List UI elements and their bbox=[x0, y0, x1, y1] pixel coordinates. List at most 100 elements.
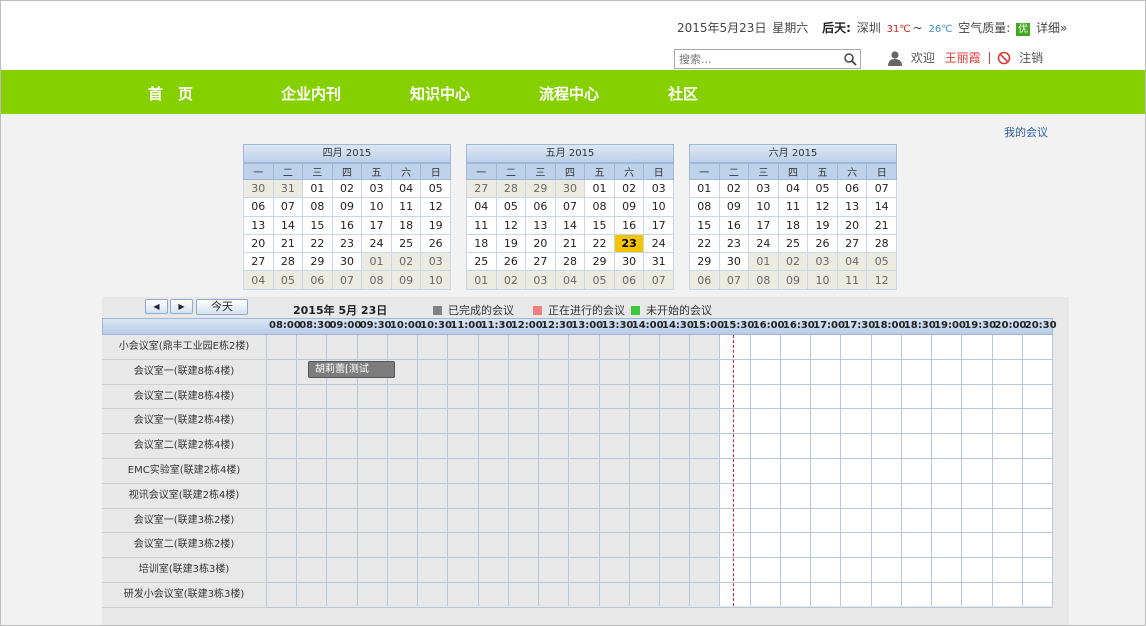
calendar-day[interactable]: 11 bbox=[777, 197, 809, 217]
calendar-day[interactable]: 07 bbox=[866, 178, 897, 199]
calendar-day[interactable]: 07 bbox=[554, 197, 586, 217]
calendar-day[interactable]: 30 bbox=[554, 178, 586, 199]
time-slot-column[interactable] bbox=[418, 335, 449, 606]
calendar-day[interactable]: 10 bbox=[807, 270, 838, 290]
calendar-day[interactable]: 06 bbox=[613, 270, 645, 290]
calendar-day[interactable]: 05 bbox=[495, 197, 527, 217]
calendar-day[interactable]: 07 bbox=[718, 270, 750, 290]
calendar-day[interactable]: 29 bbox=[584, 252, 615, 272]
nav-community[interactable]: 社区 bbox=[668, 83, 698, 104]
calendar-day[interactable]: 07 bbox=[643, 270, 674, 290]
time-slot-column[interactable] bbox=[539, 335, 570, 606]
calendar-day[interactable]: 11 bbox=[466, 215, 497, 235]
nav-journal[interactable]: 企业内刊 bbox=[281, 83, 341, 104]
calendar-day[interactable]: 13 bbox=[243, 215, 274, 235]
calendar-day[interactable]: 12 bbox=[866, 270, 897, 290]
calendar-day[interactable]: 08 bbox=[302, 197, 333, 217]
calendar-day[interactable]: 06 bbox=[689, 270, 720, 290]
calendar-day[interactable]: 03 bbox=[748, 178, 779, 199]
calendar-day[interactable]: 19 bbox=[495, 233, 527, 254]
time-slot-column[interactable] bbox=[962, 335, 993, 606]
calendar-day[interactable]: 29 bbox=[525, 178, 556, 199]
calendar-day[interactable]: 28 bbox=[272, 252, 304, 272]
meeting-event[interactable]: 胡莉蕾[测试 bbox=[308, 361, 395, 378]
calendar-day[interactable]: 20 bbox=[243, 233, 274, 254]
calendar-day[interactable]: 17 bbox=[361, 215, 392, 235]
calendar-day[interactable]: 25 bbox=[466, 252, 497, 272]
calendar-day[interactable]: 05 bbox=[866, 252, 897, 272]
calendar-day[interactable]: 29 bbox=[302, 252, 333, 272]
calendar-day[interactable]: 04 bbox=[243, 270, 274, 290]
calendar-day[interactable]: 22 bbox=[584, 233, 615, 254]
calendar-day[interactable]: 16 bbox=[718, 215, 750, 235]
calendar-day[interactable]: 11 bbox=[390, 197, 422, 217]
next-day-button[interactable]: ▶ bbox=[170, 299, 193, 314]
calendar-day[interactable]: 05 bbox=[420, 178, 451, 199]
calendar-day[interactable]: 06 bbox=[302, 270, 333, 290]
calendar-day[interactable]: 01 bbox=[748, 252, 779, 272]
calendar-day[interactable]: 22 bbox=[302, 233, 333, 254]
calendar-day[interactable]: 03 bbox=[643, 178, 674, 199]
calendar-day[interactable]: 08 bbox=[748, 270, 779, 290]
calendar-day[interactable]: 06 bbox=[243, 197, 274, 217]
calendar-day[interactable]: 06 bbox=[836, 178, 868, 199]
calendar-day[interactable]: 04 bbox=[466, 197, 497, 217]
calendar-day[interactable]: 24 bbox=[361, 233, 392, 254]
time-slot-column[interactable] bbox=[841, 335, 872, 606]
calendar-day[interactable]: 11 bbox=[836, 270, 868, 290]
time-slot-column[interactable] bbox=[1022, 335, 1053, 606]
calendar-day[interactable]: 18 bbox=[777, 215, 809, 235]
calendar-day[interactable]: 23 bbox=[718, 233, 750, 254]
prev-day-button[interactable]: ◀ bbox=[145, 299, 168, 314]
time-slot-column[interactable] bbox=[267, 335, 298, 606]
calendar-day[interactable]: 15 bbox=[302, 215, 333, 235]
calendar-day[interactable]: 05 bbox=[807, 178, 838, 199]
calendar-day[interactable]: 27 bbox=[836, 233, 868, 254]
calendar-day[interactable]: 18 bbox=[466, 233, 497, 254]
calendar-day[interactable]: 09 bbox=[718, 197, 750, 217]
calendar-day[interactable]: 14 bbox=[554, 215, 586, 235]
calendar-day[interactable]: 16 bbox=[613, 215, 645, 235]
calendar-day[interactable]: 14 bbox=[272, 215, 304, 235]
calendar-day[interactable]: 08 bbox=[361, 270, 392, 290]
time-slot-column[interactable] bbox=[660, 335, 691, 606]
calendar-day[interactable]: 24 bbox=[748, 233, 779, 254]
calendar-day[interactable]: 03 bbox=[807, 252, 838, 272]
time-slot-column[interactable] bbox=[992, 335, 1023, 606]
calendar-day[interactable]: 17 bbox=[643, 215, 674, 235]
today-button[interactable]: 今天 bbox=[196, 299, 248, 315]
calendar-day[interactable]: 09 bbox=[777, 270, 809, 290]
calendar-day[interactable]: 02 bbox=[495, 270, 527, 290]
time-slot-column[interactable] bbox=[901, 335, 933, 606]
time-slot-column[interactable] bbox=[690, 335, 721, 606]
calendar-day[interactable]: 01 bbox=[302, 178, 333, 199]
calendar-day[interactable]: 10 bbox=[748, 197, 779, 217]
calendar-day[interactable]: 12 bbox=[495, 215, 527, 235]
calendar-day[interactable]: 02 bbox=[613, 178, 645, 199]
calendar-day[interactable]: 31 bbox=[272, 178, 304, 199]
calendar-day[interactable]: 28 bbox=[554, 252, 586, 272]
calendar-day[interactable]: 09 bbox=[331, 197, 363, 217]
calendar-day[interactable]: 28 bbox=[866, 233, 897, 254]
nav-home[interactable]: 首 页 bbox=[148, 83, 193, 104]
calendar-day[interactable]: 03 bbox=[420, 252, 451, 272]
calendar-day[interactable]: 27 bbox=[466, 178, 497, 199]
calendar-day[interactable]: 23 bbox=[613, 233, 645, 254]
calendar-day[interactable]: 04 bbox=[390, 178, 422, 199]
calendar-day[interactable]: 24 bbox=[643, 233, 674, 254]
calendar-day[interactable]: 02 bbox=[718, 178, 750, 199]
calendar-day[interactable]: 06 bbox=[525, 197, 556, 217]
calendar-day[interactable]: 08 bbox=[584, 197, 615, 217]
calendar-day[interactable]: 30 bbox=[718, 252, 750, 272]
calendar-day[interactable]: 21 bbox=[272, 233, 304, 254]
time-slot-column[interactable] bbox=[780, 335, 812, 606]
calendar-day[interactable]: 25 bbox=[777, 233, 809, 254]
calendar-day[interactable]: 10 bbox=[643, 197, 674, 217]
calendar-day[interactable]: 27 bbox=[243, 252, 274, 272]
search-icon[interactable] bbox=[843, 52, 857, 66]
logout-icon[interactable] bbox=[997, 51, 1011, 65]
calendar-day[interactable]: 12 bbox=[420, 197, 451, 217]
logout-link[interactable]: 注销 bbox=[1019, 49, 1043, 66]
calendar-day[interactable]: 09 bbox=[390, 270, 422, 290]
calendar-day[interactable]: 15 bbox=[689, 215, 720, 235]
